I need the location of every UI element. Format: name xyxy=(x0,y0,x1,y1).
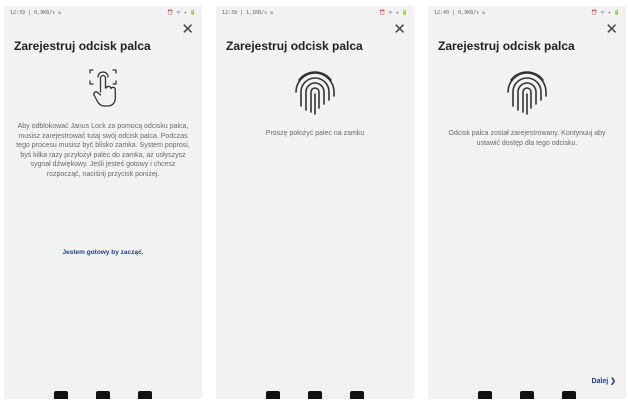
status-time: 12:39 | 1,1KB/s ✉ xyxy=(222,10,274,16)
status-bar: 12:40 | 0,9KB/s ✉ ⏰ ᯤ ✈ 🔋 xyxy=(434,8,620,18)
instruction-text: Proszę położyć palec na zamku xyxy=(265,130,365,137)
instructions-text: Aby odblokować Janus Lock za pomocą odci… xyxy=(16,123,190,178)
fingerprint-icon xyxy=(428,66,626,116)
status-bar: 12:39 | 0,9KB/s ✉ ⏰ ᯤ ✈ 🔋 xyxy=(10,8,196,18)
page-title: Zarejestruj odcisk palca xyxy=(226,39,363,53)
bottom-decoration xyxy=(216,385,414,399)
confirmation-text: Odcisk palca został zarejestrowany. Kont… xyxy=(448,130,606,147)
bottom-decoration xyxy=(4,385,202,399)
next-button[interactable]: Dalej ❯ xyxy=(591,377,616,385)
close-icon[interactable]: ✕ xyxy=(181,22,194,37)
page-title: Zarejestruj odcisk palca xyxy=(14,39,151,53)
ready-to-start-link[interactable]: Jestem gotowy by zacząć. xyxy=(4,249,202,256)
status-icons: ⏰ ᯤ ✈ 🔋 xyxy=(378,10,408,16)
screen-registered: 12:40 | 0,9KB/s ✉ ⏰ ᯤ ✈ 🔋 ✕ Zarejestruj … xyxy=(428,6,626,399)
fingerprint-icon xyxy=(216,66,414,116)
status-icons: ⏰ ᯤ ✈ 🔋 xyxy=(590,10,620,16)
bottom-decoration xyxy=(428,385,626,399)
status-time: 12:40 | 0,9KB/s ✉ xyxy=(434,10,486,16)
close-icon[interactable]: ✕ xyxy=(393,22,406,37)
screen-register-intro: 12:39 | 0,9KB/s ✉ ⏰ ᯤ ✈ 🔋 ✕ Zarejestruj … xyxy=(4,6,202,399)
screen-place-finger: 12:39 | 1,1KB/s ✉ ⏰ ᯤ ✈ 🔋 ✕ Zarejestruj … xyxy=(216,6,414,399)
close-icon[interactable]: ✕ xyxy=(605,22,618,37)
status-bar: 12:39 | 1,1KB/s ✉ ⏰ ᯤ ✈ 🔋 xyxy=(222,8,408,18)
finger-touch-icon xyxy=(4,68,202,108)
status-icons: ⏰ ᯤ ✈ 🔋 xyxy=(166,10,196,16)
status-time: 12:39 | 0,9KB/s ✉ xyxy=(10,10,62,16)
page-title: Zarejestruj odcisk palca xyxy=(438,39,575,53)
